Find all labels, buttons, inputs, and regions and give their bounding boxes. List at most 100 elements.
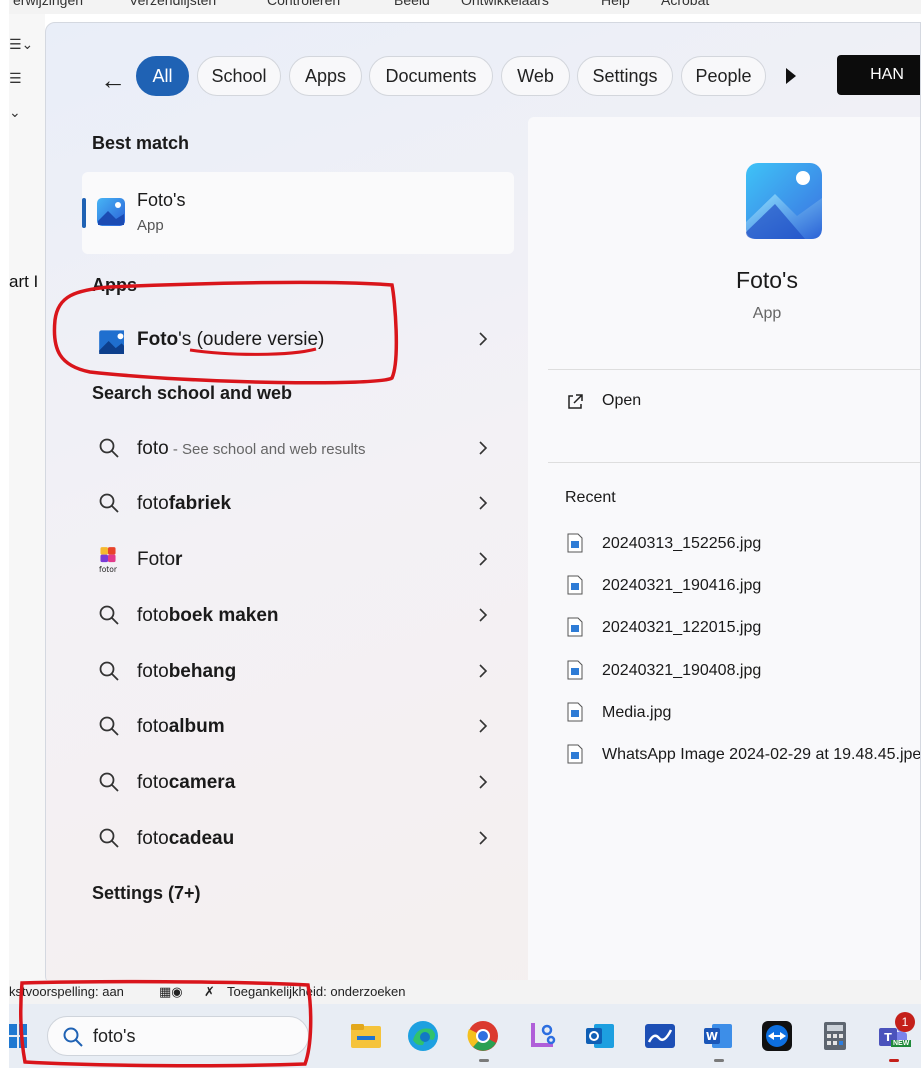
windows-start-icon[interactable] (9, 1022, 27, 1050)
chevron-right-icon[interactable] (476, 493, 490, 513)
open-label: Open (602, 392, 642, 409)
snipping-tool-icon[interactable] (523, 1018, 559, 1054)
search-panel: ← All School Apps Documents Web Settings… (45, 22, 921, 986)
suggestion-text: foto (137, 438, 169, 459)
status-text-prediction[interactable]: kstvoorspelling: aan (9, 984, 124, 999)
shading-icon[interactable]: ⌄ (9, 104, 21, 121)
best-match-heading: Best match (92, 133, 190, 153)
background-statusbar: kstvoorspelling: aan ▦◉ ✗ Toegankelijkhe… (9, 980, 921, 1004)
search-icon (99, 716, 119, 736)
focus-mode-icon[interactable]: ▦◉ (159, 984, 183, 1000)
chevron-right-icon[interactable] (476, 549, 490, 569)
svg-text:W: W (706, 1030, 718, 1043)
search-icon (99, 493, 119, 513)
image-file-icon (567, 702, 583, 722)
tab-settings[interactable]: Settings (577, 56, 673, 96)
recent-file-name: Media.jpg (602, 704, 672, 721)
recent-file[interactable]: 20240313_152256.jpg (564, 531, 920, 559)
suggestion-text-bold: cadeau (168, 828, 235, 849)
suggestion-text-bold: album (168, 716, 225, 737)
chevron-right-icon[interactable] (476, 605, 490, 625)
outlook-icon[interactable] (582, 1018, 618, 1054)
recent-heading: Recent (565, 489, 616, 506)
menu-item[interactable]: Verzendlijsten (129, 0, 216, 8)
search-icon (99, 438, 119, 458)
recent-file-name: 20240321_122015.jpg (602, 619, 762, 636)
tab-web[interactable]: Web (501, 56, 570, 96)
calculator-icon[interactable] (817, 1018, 853, 1054)
recent-file[interactable]: 20240321_190408.jpg (564, 658, 920, 686)
app-result-label-rest: 's (oudere versie) (178, 329, 325, 350)
tab-people[interactable]: People (681, 56, 766, 96)
tab-all[interactable]: All (136, 56, 189, 96)
search-web-heading: Search school and web (92, 383, 293, 403)
app-result-photos-legacy[interactable]: Foto's (oudere versie) (82, 318, 512, 362)
teams-icon[interactable]: T 1 NEW (875, 1012, 915, 1058)
web-suggestion-fotoalbum[interactable]: fotoalbum (82, 705, 512, 749)
suggestion-text: foto (137, 716, 169, 737)
background-menubar: erwijzingen Verzendlijsten Controleren B… (9, 0, 921, 14)
photos-app-large-icon (746, 163, 822, 239)
chevron-right-icon[interactable] (476, 661, 490, 681)
recent-file[interactable]: 20240321_190416.jpg (564, 573, 920, 601)
chevron-right-icon[interactable] (476, 438, 490, 458)
recent-file[interactable]: 20240321_122015.jpg (564, 615, 920, 643)
word-icon[interactable]: W (700, 1018, 736, 1054)
status-text-accessibility[interactable]: Toegankelijkheid: onderzoeken (227, 984, 406, 999)
image-file-icon (567, 617, 583, 637)
menu-item[interactable]: Ontwikkelaars (461, 0, 549, 8)
edge-icon[interactable] (405, 1018, 441, 1054)
apps-heading: Apps (92, 275, 137, 295)
whiteboard-icon[interactable] (642, 1018, 678, 1054)
image-file-icon (567, 575, 583, 595)
menu-item[interactable]: Beeld (394, 0, 430, 8)
account-button[interactable]: HAN (837, 55, 920, 95)
web-suggestion-fotoboek-maken[interactable]: fotoboek maken (82, 594, 512, 638)
align-icon[interactable]: ☰ (9, 70, 22, 87)
background-ribbon-edge: ☰⌄ ☰ ⌄ art I (9, 14, 45, 984)
taskbar-search-box[interactable]: foto's (47, 1016, 309, 1056)
menu-item[interactable]: Acrobat (661, 0, 709, 8)
play-triangle-icon[interactable] (782, 65, 800, 87)
menu-item[interactable]: Help (601, 0, 630, 8)
recent-file[interactable]: WhatsApp Image 2024-02-29 at 19.48.45.jp… (564, 742, 921, 770)
preview-pane: Foto's App Open Recent 20240313_152256.j… (528, 117, 921, 985)
recent-file[interactable]: Media.jpg (564, 700, 920, 728)
chrome-icon[interactable] (465, 1018, 501, 1054)
web-suggestion-fotofabriek[interactable]: fotofabriek (82, 482, 512, 526)
web-suggestion-fotocadeau[interactable]: fotocadeau (82, 817, 512, 861)
settings-heading-label: Settings (7+) (92, 883, 201, 903)
app-suggestion-fotor[interactable]: fotor Fotor (82, 538, 512, 582)
web-suggestion-foto[interactable]: foto - See school and web results (82, 427, 512, 471)
teamviewer-icon[interactable] (759, 1018, 795, 1054)
best-match-result[interactable]: Foto's App (82, 172, 514, 254)
chevron-right-icon[interactable] (476, 716, 490, 736)
open-external-icon (568, 394, 583, 409)
chevron-right-icon[interactable] (476, 329, 490, 349)
running-indicator (714, 1059, 724, 1062)
tab-documents[interactable]: Documents (369, 56, 493, 96)
divider (548, 462, 920, 463)
open-action[interactable]: Open (564, 389, 904, 419)
file-explorer-icon[interactable] (348, 1018, 384, 1054)
tab-apps[interactable]: Apps (289, 56, 362, 96)
photos-legacy-icon (99, 330, 124, 354)
recent-file-name: 20240321_190416.jpg (602, 577, 762, 594)
back-arrow-icon[interactable]: ← (96, 63, 130, 97)
recent-file-name: WhatsApp Image 2024-02-29 at 19.48.45.jp… (602, 746, 921, 763)
suggestion-text-bold: r (175, 549, 183, 570)
chevron-right-icon[interactable] (476, 772, 490, 792)
web-suggestion-fotobehang[interactable]: fotobehang (82, 650, 512, 694)
settings-heading[interactable]: Settings (7+) (92, 883, 201, 904)
selection-indicator (82, 198, 86, 228)
suggestion-text: foto (137, 661, 169, 682)
menu-item[interactable]: erwijzingen (13, 0, 83, 8)
chevron-right-icon[interactable] (476, 828, 490, 848)
list-format-icon[interactable]: ☰⌄ (9, 36, 33, 53)
menu-item[interactable]: Controleren (267, 0, 340, 8)
web-suggestion-fotocamera[interactable]: fotocamera (82, 761, 512, 805)
tab-school[interactable]: School (197, 56, 281, 96)
suggestion-text-bold: camera (168, 772, 236, 793)
accessibility-icon[interactable]: ✗ (204, 984, 215, 1000)
search-input-value[interactable]: foto's (93, 1026, 135, 1047)
